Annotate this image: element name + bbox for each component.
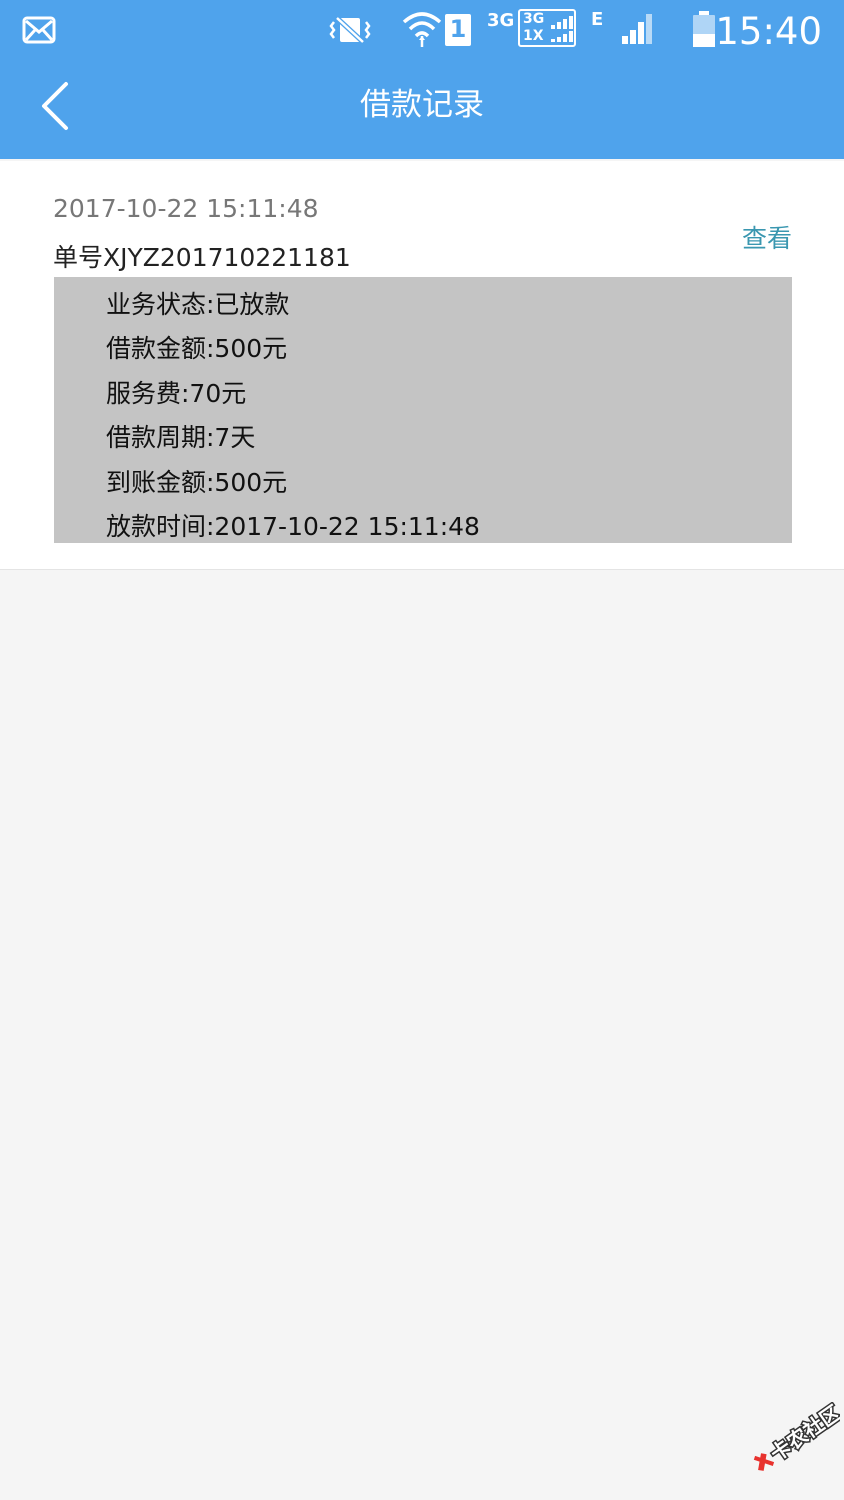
sim-slot-number: 1 xyxy=(449,15,467,43)
battery-icon xyxy=(693,11,715,47)
detail-service-fee: 服务费:70元 xyxy=(106,379,247,408)
record-datetime: 2017-10-22 15:11:48 xyxy=(53,194,319,223)
signal-icon xyxy=(622,14,652,44)
network-3g-label: 3G xyxy=(487,10,515,31)
detail-loan-period: 借款周期:7天 xyxy=(106,423,256,452)
detail-business-status: 业务状态:已放款 xyxy=(106,290,290,319)
network-e-label: E xyxy=(591,9,604,30)
view-button[interactable]: 查看 xyxy=(742,219,792,255)
detail-loan-amount: 借款金额:500元 xyxy=(106,334,288,363)
mail-icon xyxy=(22,16,56,44)
vibrate-icon xyxy=(329,16,371,44)
status-bar: 1 3G 3G 1X E 15:40 xyxy=(0,0,844,62)
wifi-icon xyxy=(402,12,442,47)
detail-disbursement-time: 放款时间:2017-10-22 15:11:48 xyxy=(106,512,480,541)
detail-received-amount: 到账金额:500元 xyxy=(106,468,288,497)
record-order-number: 单号XJYZ201710221181 xyxy=(53,243,351,272)
watermark-logo: 卡农社区 xyxy=(753,1402,840,1471)
loan-record-card: 2017-10-22 15:11:48 单号XJYZ201710221181 查… xyxy=(0,161,844,570)
record-details-panel: 业务状态:已放款 借款金额:500元 服务费:70元 借款周期:7天 到账金额:… xyxy=(54,277,792,543)
signal-icon: 3G 1X xyxy=(518,9,576,47)
svg-text:卡农社区: 卡农社区 xyxy=(766,1402,840,1466)
network-dual-bottom-label: 1X xyxy=(523,28,544,44)
sim-icon: 1 xyxy=(445,14,471,46)
page-title: 借款记录 xyxy=(360,87,484,123)
app-bar: 借款记录 xyxy=(0,62,844,159)
network-dual-top-label: 3G xyxy=(523,11,545,27)
status-time: 15:40 xyxy=(715,10,822,53)
